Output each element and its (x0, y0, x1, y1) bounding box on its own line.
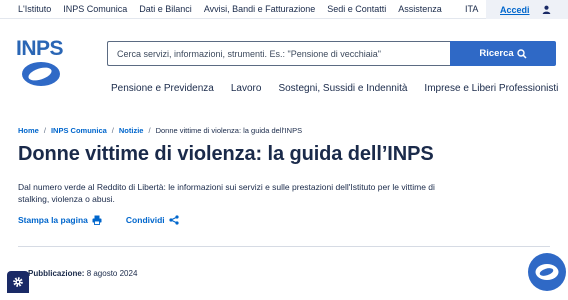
print-label: Stampa la pagina (18, 215, 88, 225)
breadcrumb-home[interactable]: Home (18, 126, 39, 135)
chat-icon (535, 264, 559, 280)
breadcrumb-notizie[interactable]: Notizie (119, 126, 144, 135)
utility-link-avvisi-bandi[interactable]: Avvisi, Bandi e Fatturazione (204, 4, 315, 14)
search-input[interactable] (107, 41, 450, 66)
publication-date-value: 8 agosto 2024 (86, 269, 138, 278)
utility-link-assistenza[interactable]: Assistenza (398, 4, 442, 14)
utility-link-inps-comunica[interactable]: INPS Comunica (63, 4, 127, 14)
nav-sostegni-sussidi[interactable]: Sostegni, Sussidi e Indennità (278, 83, 407, 94)
breadcrumb-separator: / (43, 126, 46, 135)
nav-imprese-professionisti[interactable]: Imprese e Liberi Professionisti (424, 83, 558, 94)
article-actions: Stampa la pagina Condividi (18, 215, 179, 225)
breadcrumb-separator: / (148, 126, 151, 135)
search-icon (516, 48, 527, 59)
chat-assistant-button[interactable] (528, 253, 566, 291)
breadcrumb: Home / INPS Comunica / Notizie / Donne v… (18, 126, 302, 135)
nav-pensione-previdenza[interactable]: Pensione e Previdenza (111, 83, 214, 94)
publication-label: Pubblicazione: (28, 269, 85, 278)
breadcrumb-current: Donne vittime di violenza: la guida dell… (155, 126, 303, 135)
user-icon (542, 5, 550, 14)
section-divider (18, 246, 550, 247)
language-selector[interactable]: ITA (465, 4, 478, 14)
inps-logo[interactable]: INPS (16, 38, 66, 88)
utility-link-dati-bilanci[interactable]: Dati e Bilanci (139, 4, 192, 14)
utility-link-istituto[interactable]: L'Istituto (18, 4, 51, 14)
utility-link-sedi-contatti[interactable]: Sedi e Contatti (327, 4, 386, 14)
share-icon (169, 215, 179, 225)
search-bar: Ricerca (107, 41, 556, 66)
top-bar: L'Istituto INPS Comunica Dati e Bilanci … (0, 0, 568, 19)
search-button[interactable]: Ricerca (450, 41, 556, 66)
breadcrumb-separator: / (111, 126, 114, 135)
accessibility-settings-button[interactable] (7, 271, 29, 293)
logo-swoosh-icon (22, 62, 60, 86)
nav-lavoro[interactable]: Lavoro (231, 83, 262, 94)
utility-nav: L'Istituto INPS Comunica Dati e Bilanci … (18, 4, 442, 14)
article-intro: Dal numero verde al Reddito di Libertà: … (18, 182, 435, 204)
logo-text: INPS (16, 37, 64, 60)
print-page-link[interactable]: Stampa la pagina (18, 215, 102, 225)
publication-date: Pubblicazione: 8 agosto 2024 (28, 269, 137, 278)
login-label: Accedi (500, 4, 530, 15)
main-nav: Pensione e Previdenza Lavoro Sostegni, S… (111, 83, 558, 94)
search-button-label: Ricerca (479, 48, 514, 59)
gear-icon (13, 277, 23, 287)
printer-icon (92, 215, 102, 225)
share-label: Condividi (125, 215, 165, 225)
share-link[interactable]: Condividi (126, 215, 179, 225)
breadcrumb-inps-comunica[interactable]: INPS Comunica (51, 126, 107, 135)
login-button[interactable]: Accedi (486, 0, 568, 19)
page-title: Donne vittime di violenza: la guida dell… (18, 143, 434, 165)
